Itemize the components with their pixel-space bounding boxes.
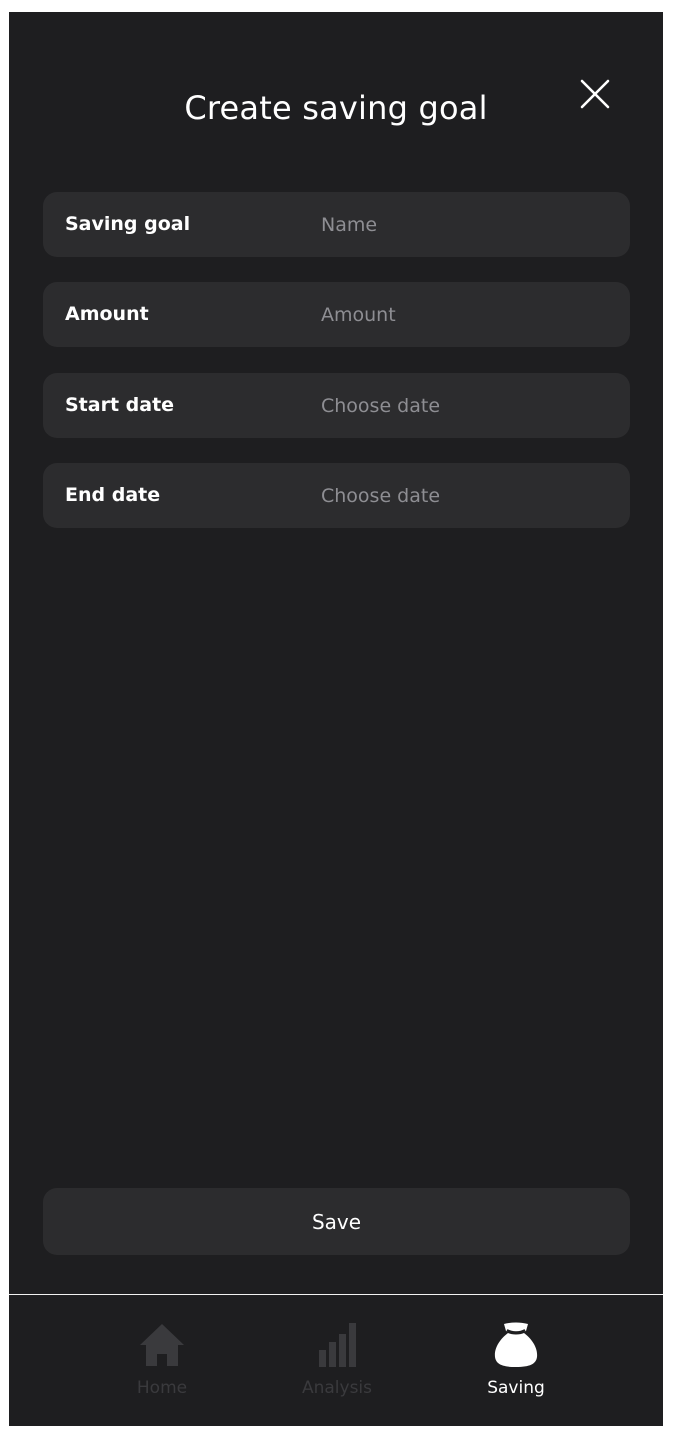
tab-analysis[interactable]: Analysis: [267, 1322, 407, 1402]
saving-goal-label: Saving goal: [65, 213, 191, 235]
tab-analysis-label: Analysis: [301, 1378, 373, 1398]
start-date-input[interactable]: [321, 373, 611, 438]
saving-goal-name-input[interactable]: [321, 192, 611, 257]
saving-goal-field: Saving goal: [43, 192, 630, 257]
end-date-input[interactable]: [321, 463, 611, 528]
tab-saving[interactable]: Saving: [446, 1322, 586, 1402]
start-date-field: Start date: [43, 373, 630, 438]
amount-label: Amount: [65, 303, 149, 325]
end-date-field: End date: [43, 463, 630, 528]
start-date-label: Start date: [65, 394, 175, 416]
tab-home[interactable]: Home: [92, 1322, 232, 1402]
page-title: Create saving goal: [184, 89, 488, 127]
home-icon: [140, 1324, 184, 1366]
amount-input[interactable]: [321, 282, 611, 347]
tab-bar-divider: [9, 1294, 663, 1295]
tab-home-label: Home: [136, 1378, 188, 1398]
tab-saving-label: Saving: [487, 1378, 545, 1398]
save-button[interactable]: Save: [43, 1188, 630, 1255]
close-button[interactable]: [579, 78, 611, 110]
amount-field: Amount: [43, 282, 630, 347]
money-bag-icon: [494, 1322, 538, 1367]
bar-chart-icon: [319, 1323, 356, 1367]
create-saving-goal-screen: Create saving goal Saving goal Amount St…: [9, 12, 663, 1426]
close-icon: [580, 79, 610, 109]
end-date-label: End date: [65, 484, 161, 506]
